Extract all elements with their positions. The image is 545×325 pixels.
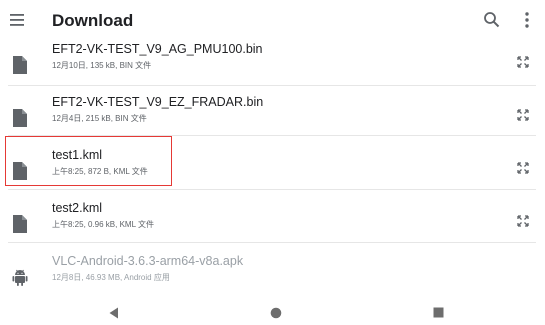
file-name: EFT2-VK-TEST_V9_AG_PMU100.bin [52,42,263,56]
divider [8,189,536,190]
file-meta: 12月4日, 215 kB, BIN 文件 [52,114,147,123]
file-row[interactable]: test1.kml 上午8:25, 872 B, KML 文件 [0,146,545,194]
expand-icon[interactable] [517,162,529,174]
system-nav-bar [0,300,545,325]
file-name: VLC-Android-3.6.3-arm64-v8a.apk [52,254,244,268]
recents-square-icon[interactable] [433,307,444,318]
expand-icon[interactable] [517,109,529,121]
file-row[interactable]: VLC-Android-3.6.3-arm64-v8a.apk 12月8日, 4… [0,252,545,300]
divider [8,135,536,136]
more-vert-icon[interactable] [522,11,532,29]
file-row[interactable]: test2.kml 上午8:25, 0.96 kB, KML 文件 [0,199,545,247]
page-title: Download [52,11,134,30]
expand-icon[interactable] [517,215,529,227]
android-icon [12,269,28,286]
file-row[interactable]: EFT2-VK-TEST_V9_EZ_FRADAR.bin 12月4日, 215… [0,93,545,141]
divider [8,242,536,243]
home-circle-icon[interactable] [270,307,282,319]
file-meta: 上午8:25, 872 B, KML 文件 [52,167,148,176]
search-icon[interactable] [483,11,501,29]
divider [8,85,536,86]
file-name: test1.kml [52,148,103,162]
app-bar: Download [0,0,545,40]
back-triangle-icon[interactable] [107,306,121,320]
file-icon [13,109,27,127]
file-row[interactable]: EFT2-VK-TEST_V9_AG_PMU100.bin 12月10日, 13… [0,40,545,88]
file-icon [13,162,27,180]
file-meta: 12月8日, 46.93 MB, Android 应用 [52,273,170,282]
file-meta: 12月10日, 135 kB, BIN 文件 [52,61,152,70]
expand-icon[interactable] [517,56,529,68]
file-name: EFT2-VK-TEST_V9_EZ_FRADAR.bin [52,95,264,109]
file-name: test2.kml [52,201,103,215]
file-meta: 上午8:25, 0.96 kB, KML 文件 [52,220,154,229]
file-icon [13,215,27,233]
file-icon [13,56,27,74]
menu-icon[interactable] [9,12,27,28]
